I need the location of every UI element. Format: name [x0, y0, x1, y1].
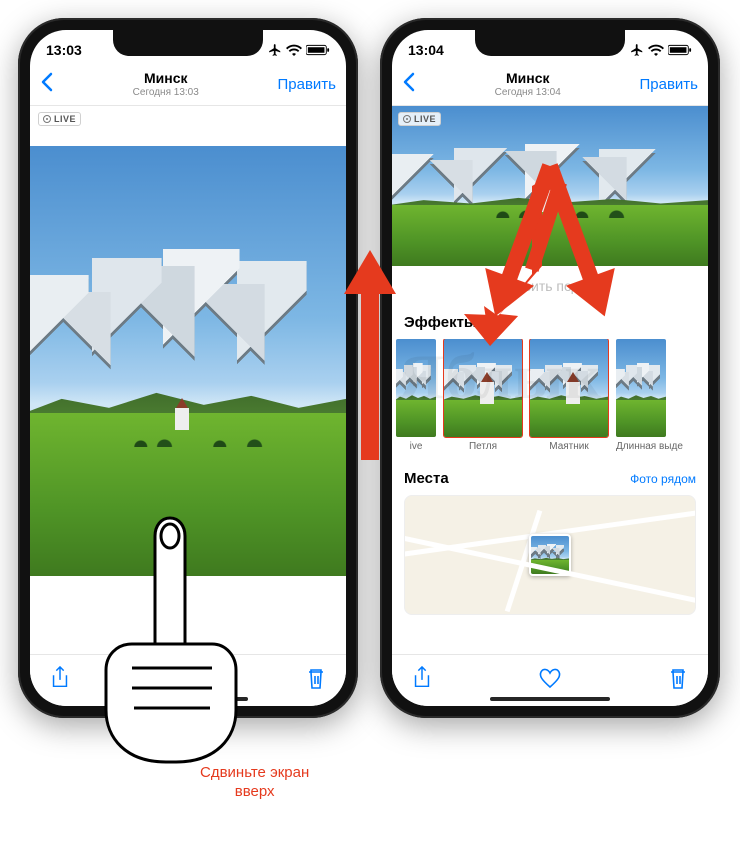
edit-button[interactable]: Править — [277, 76, 336, 93]
back-button[interactable] — [402, 72, 416, 97]
places-section: Места Фото рядом — [392, 470, 708, 615]
wifi-icon — [286, 44, 302, 56]
instruction-text: Сдвиньте экран вверх — [200, 764, 309, 802]
effect-label: Маятник — [530, 441, 608, 452]
nav-subtitle: Сегодня 13:03 — [133, 87, 199, 98]
edit-button[interactable]: Править — [639, 76, 698, 93]
status-time: 13:04 — [408, 42, 444, 58]
favorite-button[interactable] — [432, 667, 668, 694]
battery-icon — [306, 44, 330, 56]
nav-title-group: Минск Сегодня 13:04 — [495, 71, 561, 97]
live-badge-text: LIVE — [54, 114, 76, 124]
share-icon — [412, 666, 432, 690]
nav-title: Минск — [133, 71, 199, 86]
airplane-mode-icon — [630, 43, 644, 57]
screen-right: 13:04 Минск Сегодня 13:04 Править — [392, 30, 708, 706]
share-icon — [50, 666, 70, 690]
trash-icon — [668, 666, 688, 690]
nav-title-group: Минск Сегодня 13:03 — [133, 71, 199, 97]
effect-item[interactable]: Петля — [444, 339, 522, 452]
gesture-hand-icon — [92, 510, 252, 775]
effect-label: Петля — [444, 441, 522, 452]
live-badge-text: LIVE — [414, 114, 436, 124]
wifi-icon — [648, 44, 664, 56]
home-indicator[interactable] — [490, 697, 610, 701]
nav-bar: Минск Сегодня 13:03 Править — [30, 64, 346, 106]
effects-title: Эффекты — [392, 310, 708, 339]
notch — [475, 30, 625, 56]
effect-label: Длинная выде — [616, 441, 666, 452]
chevron-left-icon — [402, 72, 416, 92]
instruction-line1: Сдвиньте экран — [200, 764, 309, 783]
delete-button[interactable] — [668, 666, 688, 695]
airplane-mode-icon — [268, 43, 282, 57]
gesture-arrow-up — [350, 250, 390, 460]
back-button[interactable] — [40, 72, 54, 97]
live-icon — [403, 115, 411, 123]
nearby-photos-link[interactable]: Фото рядом — [630, 472, 696, 486]
notch — [113, 30, 263, 56]
instruction-line2: вверх — [200, 783, 309, 802]
map-photo-pin[interactable] — [529, 534, 571, 576]
places-map[interactable] — [404, 495, 696, 615]
live-badge: LIVE — [398, 112, 441, 126]
photo-details-scroll[interactable]: LIVE — [392, 106, 708, 654]
effect-label: ive — [396, 441, 436, 452]
share-button[interactable] — [412, 666, 432, 695]
effect-item[interactable]: Длинная выде — [616, 339, 666, 452]
status-icons — [268, 43, 330, 57]
add-caption-field[interactable]: Добавить подпись — [392, 266, 708, 310]
battery-icon — [668, 44, 692, 56]
live-icon — [43, 115, 51, 123]
trash-icon — [306, 666, 326, 690]
nav-subtitle: Сегодня 13:04 — [495, 87, 561, 98]
status-icons — [630, 43, 692, 57]
effects-row[interactable]: ive Петля Маятник Длинная выде — [392, 339, 708, 456]
chevron-left-icon — [40, 72, 54, 92]
places-title: Места — [404, 470, 449, 487]
effect-item[interactable]: Маятник — [530, 339, 608, 452]
nav-bar: Минск Сегодня 13:04 Править — [392, 64, 708, 106]
phone-right: 13:04 Минск Сегодня 13:04 Править — [380, 18, 720, 718]
live-badge: LIVE — [38, 112, 81, 126]
delete-button[interactable] — [306, 666, 326, 695]
effect-item[interactable]: ive — [396, 339, 436, 452]
status-time: 13:03 — [46, 42, 82, 58]
share-button[interactable] — [50, 666, 70, 695]
nav-title: Минск — [495, 71, 561, 86]
photo: LIVE — [392, 106, 708, 266]
heart-icon — [538, 667, 562, 689]
